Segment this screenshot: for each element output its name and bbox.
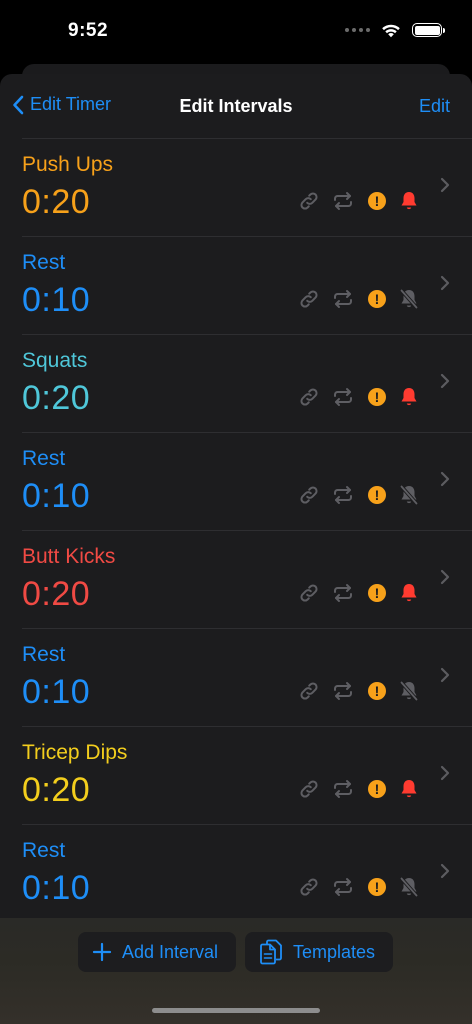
alert-glyph: !: [368, 290, 386, 308]
home-indicator: [152, 1008, 320, 1013]
bell-slash-icon: [398, 288, 420, 310]
bell-icon: [398, 190, 420, 212]
interval-row[interactable]: Tricep Dips 0:20 !: [22, 726, 472, 824]
interval-duration: 0:10: [22, 673, 91, 711]
alert-glyph: !: [368, 780, 386, 798]
exclamation-circle-icon: !: [366, 680, 388, 702]
interval-row[interactable]: Butt Kicks 0:20 !: [22, 530, 472, 628]
wifi-icon: [382, 24, 400, 38]
chevron-right-icon: [440, 765, 450, 786]
interval-duration: 0:10: [22, 477, 91, 515]
chevron-right-icon: [440, 569, 450, 590]
repeat-icon: [332, 680, 354, 702]
interval-options: !: [298, 778, 420, 800]
bell-slash-icon: [398, 680, 420, 702]
page-title: Edit Intervals: [179, 96, 293, 116]
bell-icon: [398, 778, 420, 800]
exclamation-circle-icon: !: [366, 876, 388, 898]
navigation-bar: Edit Timer Edit Intervals Edit: [0, 74, 472, 138]
link-icon: [298, 582, 320, 604]
interval-duration: 0:10: [22, 281, 91, 319]
screen: 9:52 Edit Timer Edit Intervals Edit Push…: [0, 0, 472, 1024]
link-icon: [298, 484, 320, 506]
documents-icon: [260, 939, 282, 965]
exclamation-circle-icon: !: [366, 190, 388, 212]
interval-options: !: [298, 876, 420, 898]
interval-name: Squats: [22, 349, 88, 372]
interval-name: Push Ups: [22, 153, 114, 176]
interval-name: Rest: [22, 447, 66, 470]
edit-intervals-sheet: Edit Timer Edit Intervals Edit Push Ups …: [0, 74, 472, 1024]
interval-name: Rest: [22, 839, 66, 862]
chevron-right-icon: [440, 373, 450, 394]
chevron-right-icon: [440, 471, 450, 492]
link-icon: [298, 680, 320, 702]
repeat-icon: [332, 876, 354, 898]
repeat-icon: [332, 582, 354, 604]
interval-name: Rest: [22, 643, 66, 666]
exclamation-circle-icon: !: [366, 288, 388, 310]
interval-duration: 0:20: [22, 183, 91, 221]
exclamation-circle-icon: !: [366, 582, 388, 604]
interval-row[interactable]: Rest 0:10 !: [22, 432, 472, 530]
status-bar: 9:52: [0, 0, 472, 64]
exclamation-circle-icon: !: [366, 386, 388, 408]
bell-slash-icon: [398, 484, 420, 506]
interval-options: !: [298, 582, 420, 604]
edit-button[interactable]: Edit: [419, 96, 450, 117]
interval-row[interactable]: Squats 0:20 !: [22, 334, 472, 432]
templates-button[interactable]: Templates: [245, 932, 393, 972]
status-time: 9:52: [68, 20, 109, 41]
bell-icon: [398, 386, 420, 408]
interval-row[interactable]: Rest 0:10 !: [22, 236, 472, 334]
interval-list: Push Ups 0:20 ! Rest 0:10 ! Squats 0:20 …: [0, 138, 472, 922]
alert-glyph: !: [368, 486, 386, 504]
alert-glyph: !: [368, 388, 386, 406]
interval-row[interactable]: Rest 0:10 !: [22, 628, 472, 726]
interval-options: !: [298, 386, 420, 408]
interval-row[interactable]: Rest 0:10 !: [22, 824, 472, 922]
interval-name: Tricep Dips: [22, 741, 128, 764]
link-icon: [298, 778, 320, 800]
exclamation-circle-icon: !: [366, 778, 388, 800]
add-interval-label: Add Interval: [122, 941, 219, 962]
link-icon: [298, 386, 320, 408]
repeat-icon: [332, 288, 354, 310]
repeat-icon: [332, 484, 354, 506]
alert-glyph: !: [368, 878, 386, 896]
interval-duration: 0:20: [22, 575, 91, 613]
repeat-icon: [332, 386, 354, 408]
interval-name: Butt Kicks: [22, 545, 116, 568]
chevron-right-icon: [440, 863, 450, 884]
status-indicators: [345, 22, 445, 38]
chevron-right-icon: [440, 177, 450, 198]
chevron-right-icon: [440, 667, 450, 688]
bell-icon: [398, 582, 420, 604]
alert-glyph: !: [368, 682, 386, 700]
repeat-icon: [332, 778, 354, 800]
battery-icon: [412, 23, 445, 37]
alert-glyph: !: [368, 192, 386, 210]
interval-options: !: [298, 288, 420, 310]
chevron-right-icon: [440, 275, 450, 296]
interval-row[interactable]: Push Ups 0:20 !: [22, 138, 472, 236]
interval-options: !: [298, 484, 420, 506]
cellular-signal-icon: [345, 28, 370, 32]
interval-options: !: [298, 190, 420, 212]
plus-icon: [92, 942, 112, 962]
interval-name: Rest: [22, 251, 66, 274]
alert-glyph: !: [368, 584, 386, 602]
link-icon: [298, 876, 320, 898]
interval-options: !: [298, 680, 420, 702]
exclamation-circle-icon: !: [366, 484, 388, 506]
add-interval-button[interactable]: Add Interval: [78, 932, 236, 972]
repeat-icon: [332, 190, 354, 212]
interval-duration: 0:20: [22, 379, 91, 417]
bell-slash-icon: [398, 876, 420, 898]
interval-duration: 0:10: [22, 869, 91, 907]
interval-duration: 0:20: [22, 771, 91, 809]
link-icon: [298, 288, 320, 310]
templates-label: Templates: [293, 941, 376, 962]
link-icon: [298, 190, 320, 212]
